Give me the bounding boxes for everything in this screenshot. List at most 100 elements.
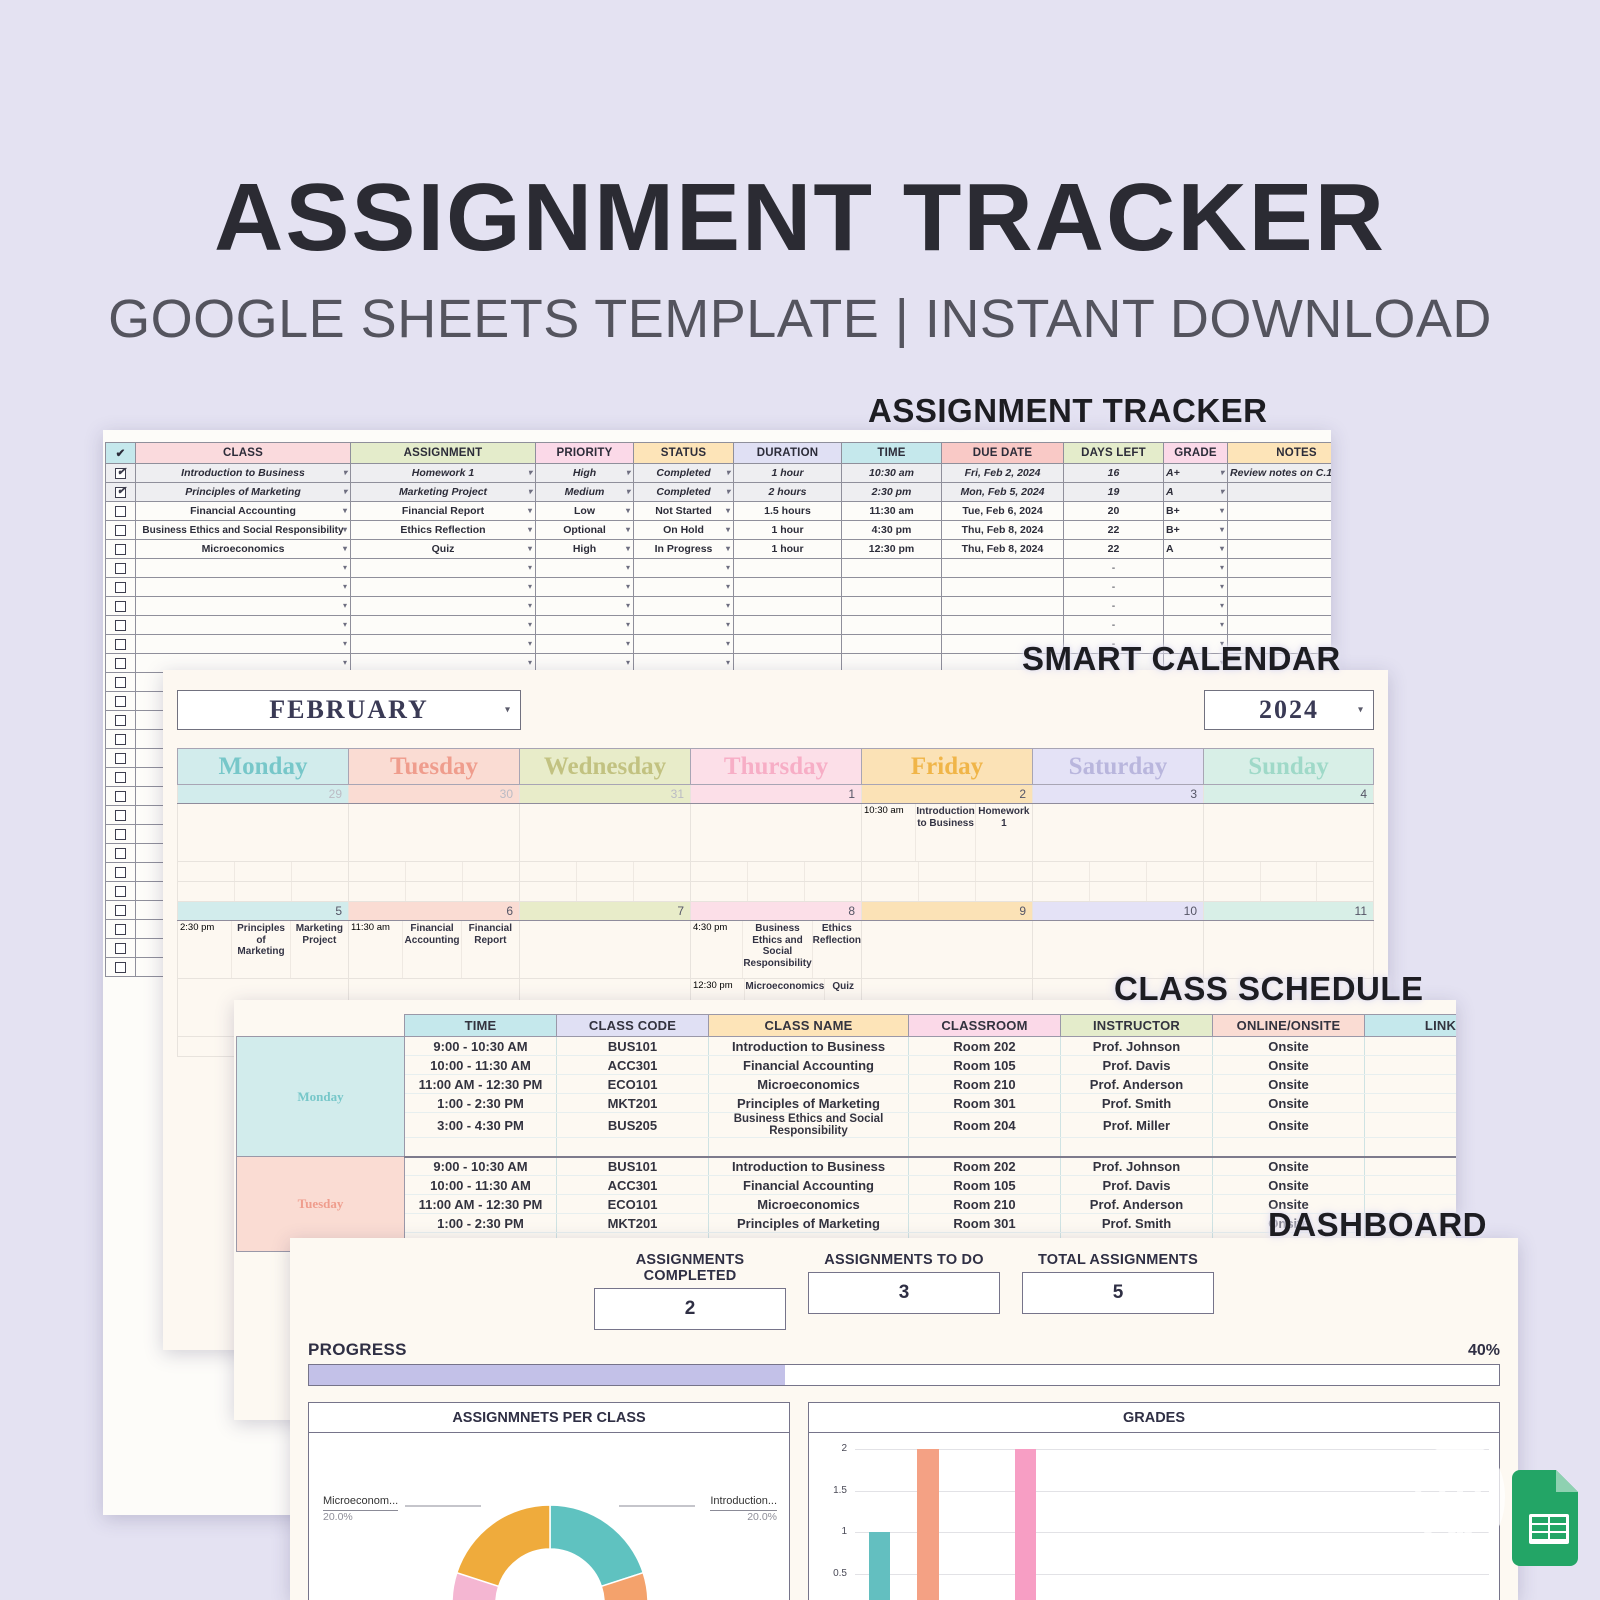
tracker-cell-grade[interactable]: B+ [1163,520,1228,540]
tracker-cell-grade[interactable]: A [1163,482,1228,502]
tracker-cell-empty[interactable] [105,558,136,578]
tracker-cell-empty[interactable] [105,691,136,711]
calendar-blank-cell[interactable] [861,881,1033,902]
calendar-event-cell[interactable] [1203,803,1374,862]
schedule-cell-mode[interactable]: Onsite [1212,1036,1365,1056]
schedule-cell-instructor[interactable]: Prof. Davis [1060,1055,1213,1075]
calendar-blank-cell[interactable] [519,881,691,902]
tracker-cell-status[interactable]: In Progress [633,539,734,559]
tracker-cell-empty[interactable] [1227,558,1331,578]
tracker-cell-empty[interactable] [1163,615,1228,635]
schedule-cell-time[interactable]: 1:00 - 2:30 PM [404,1093,557,1113]
schedule-cell-room[interactable]: Room 204 [908,1112,1061,1139]
tracker-cell-empty[interactable] [105,672,136,692]
tracker-col-duration[interactable]: DURATION [733,442,842,464]
schedule-cell-code[interactable]: ECO101 [556,1194,709,1215]
tracker-cell-empty[interactable] [1227,577,1331,597]
schedule-cell-link[interactable] [1364,1055,1456,1075]
row-checkbox[interactable] [115,638,126,650]
tracker-cell-assignment[interactable]: Financial Report [350,501,536,521]
tracker-cell-empty[interactable] [105,634,136,654]
tracker-cell-empty[interactable] [350,577,536,597]
schedule-cell-time[interactable]: 11:00 AM - 12:30 PM [404,1074,557,1094]
tracker-col-class[interactable]: CLASS [135,442,351,464]
schedule-cell-code[interactable]: BUS205 [556,1112,709,1139]
tracker-cell-empty[interactable] [105,786,136,806]
calendar-event-cell[interactable] [519,920,691,979]
tracker-cell-empty[interactable] [941,615,1064,635]
row-checkbox[interactable] [115,466,127,479]
schedule-cell-instructor[interactable]: Prof. Smith [1060,1093,1213,1113]
schedule-cell-room[interactable]: Room 202 [908,1155,1061,1177]
tracker-cell-empty[interactable] [105,596,136,616]
calendar-event-cell[interactable]: 11:30 am Financial Accounting Financial Re… [348,920,520,979]
tracker-cell-class[interactable]: Introduction to Business [135,463,351,483]
calendar-blank-cell[interactable] [861,861,1033,882]
calendar-blank-cell[interactable] [177,881,349,902]
row-checkbox[interactable] [115,505,126,517]
schedule-cell-code[interactable]: BUS101 [556,1036,709,1056]
tracker-cell-empty[interactable] [733,615,842,635]
tracker-cell-empty[interactable] [105,938,136,958]
schedule-cell-instructor[interactable]: Prof. Johnson [1060,1036,1213,1056]
schedule-cell-time[interactable]: 11:00 AM - 12:30 PM [404,1194,557,1215]
schedule-cell-room[interactable]: Room 105 [908,1055,1061,1075]
schedule-cell-empty[interactable] [708,1137,909,1158]
calendar-blank-cell[interactable] [177,861,349,882]
tracker-cell-empty[interactable] [633,615,734,635]
tracker-col-assignment[interactable]: ASSIGNMENT [350,442,536,464]
tracker-col-status[interactable]: STATUS [633,442,734,464]
row-checkbox[interactable] [115,714,126,726]
calendar-date-cell[interactable]: 6 [348,901,520,921]
tracker-cell-class[interactable]: Financial Accounting [135,501,351,521]
calendar-blank-cell[interactable] [1203,881,1374,902]
tracker-cell-check[interactable] [105,501,136,521]
calendar-blank-cell[interactable] [348,881,520,902]
tracker-col-due-date[interactable]: DUE DATE [941,442,1064,464]
tracker-cell-empty[interactable] [841,577,942,597]
tracker-cell-empty[interactable] [105,881,136,901]
row-checkbox[interactable] [115,485,127,498]
calendar-event-cell[interactable]: 2:30 pm Principles of Marketing Marketing … [177,920,349,979]
tracker-cell-empty[interactable] [733,634,842,654]
tracker-cell-assignment[interactable]: Ethics Reflection [350,520,536,540]
schedule-cell-time[interactable]: 3:00 - 4:30 PM [404,1112,557,1139]
tracker-cell-empty[interactable] [633,596,734,616]
tracker-cell-check[interactable] [105,539,136,559]
schedule-cell-mode[interactable]: Onsite [1212,1074,1365,1094]
row-checkbox[interactable] [115,942,126,954]
schedule-col-classroom[interactable]: CLASSROOM [908,1014,1061,1037]
schedule-cell-time[interactable]: 1:00 - 2:30 PM [404,1213,557,1234]
tracker-cell-status[interactable]: On Hold [633,520,734,540]
calendar-event-cell[interactable] [348,803,520,862]
schedule-cell-room[interactable]: Room 301 [908,1213,1061,1234]
row-checkbox[interactable] [115,771,126,783]
tracker-cell-empty[interactable] [350,615,536,635]
schedule-cell-room[interactable]: Room 105 [908,1175,1061,1196]
schedule-cell-code[interactable]: ECO101 [556,1074,709,1094]
schedule-cell-code[interactable]: ACC301 [556,1055,709,1075]
tracker-cell-empty[interactable] [841,596,942,616]
schedule-cell-code[interactable]: MKT201 [556,1093,709,1113]
tracker-cell-status[interactable]: Completed [633,463,734,483]
schedule-cell-time[interactable]: 10:00 - 11:30 AM [404,1175,557,1196]
schedule-cell-room[interactable]: Room 301 [908,1093,1061,1113]
calendar-date-cell[interactable]: 10 [1032,901,1204,921]
schedule-cell-empty[interactable] [1212,1137,1365,1158]
tracker-cell-priority[interactable]: Medium [535,482,634,502]
tracker-cell-check[interactable] [105,463,136,483]
tracker-col-grade[interactable]: GRADE [1163,442,1228,464]
tracker-cell-empty[interactable] [350,558,536,578]
tracker-cell-empty[interactable] [105,862,136,882]
tracker-cell-empty[interactable] [1227,596,1331,616]
tracker-cell-empty[interactable] [105,748,136,768]
tracker-cell-assignment[interactable]: Homework 1 [350,463,536,483]
schedule-col-class-code[interactable]: CLASS CODE [556,1014,709,1037]
schedule-cell-name[interactable]: Microeconomics [708,1074,909,1094]
tracker-cell-assignment[interactable]: Quiz [350,539,536,559]
schedule-cell-link[interactable] [1364,1093,1456,1113]
tracker-cell-empty[interactable] [350,634,536,654]
row-checkbox[interactable] [115,600,126,612]
schedule-cell-code[interactable]: ACC301 [556,1175,709,1196]
tracker-cell-empty[interactable] [135,596,351,616]
